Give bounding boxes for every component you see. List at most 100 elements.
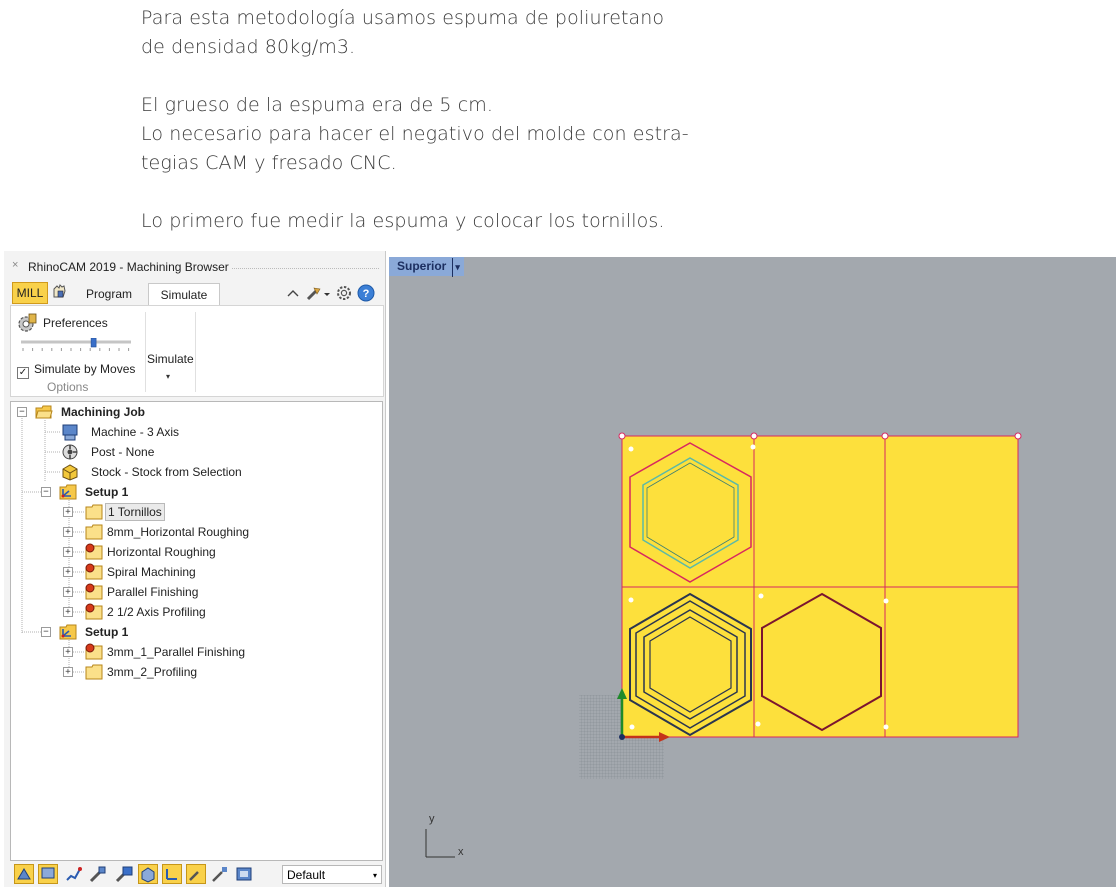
tree-label: Post - None xyxy=(91,445,155,459)
tab-mill[interactable]: MILL xyxy=(12,282,48,304)
options-group-label: Options xyxy=(47,380,89,394)
tree-node-operation[interactable]: + 3mm_1_Parallel Finishing xyxy=(11,642,371,662)
show-toolpath-icon[interactable] xyxy=(38,864,58,884)
rhino-viewport-top[interactable]: Superior ▾ y x xyxy=(389,257,1116,887)
folder-icon xyxy=(85,524,103,540)
simulate-by-moves-label: Simulate by Moves xyxy=(34,362,136,376)
help-icon[interactable]: ? xyxy=(357,284,375,302)
collapse-ribbon-icon[interactable] xyxy=(287,290,299,297)
expand-toggle[interactable]: + xyxy=(63,607,73,617)
operation-folder-icon xyxy=(85,583,103,600)
close-icon[interactable]: × xyxy=(12,259,18,271)
tool-icon[interactable] xyxy=(210,864,230,884)
simulate-by-moves-checkbox[interactable]: ✓ Simulate by Moves xyxy=(17,362,135,379)
setup-icon xyxy=(59,484,77,500)
collapse-toggle[interactable]: − xyxy=(41,487,51,497)
tree-node-machine[interactable]: Machine - 3 Axis xyxy=(11,422,371,442)
operation-folder-icon xyxy=(85,563,103,580)
tree-label: Setup 1 xyxy=(85,625,129,639)
folder-icon xyxy=(85,664,103,680)
gear-icon[interactable] xyxy=(337,286,351,300)
simulate-button[interactable]: Simulate xyxy=(147,352,194,366)
tab-strip: MILL Program Simulate ? xyxy=(10,281,382,306)
article-text: Para esta metodología usamos espuma de p… xyxy=(141,4,689,236)
tree-label: Stock - Stock from Selection xyxy=(91,465,242,479)
tree-node-stock[interactable]: Stock - Stock from Selection xyxy=(11,462,371,482)
tab-toolbar: ? xyxy=(287,284,375,302)
simulate-dropdown-caret[interactable]: ▾ xyxy=(166,372,170,381)
tree-node-setup-1[interactable]: − Setup 1 xyxy=(11,482,371,502)
panel-title: RhinoCAM 2019 - Machining Browser xyxy=(28,260,229,274)
view-preset-select[interactable]: Default ▾ xyxy=(282,865,382,884)
machining-tree: − Machining Job Machine - 3 Axis Post - … xyxy=(10,401,383,861)
tree-label: 3mm_2_Profiling xyxy=(107,665,198,679)
collapse-toggle[interactable]: − xyxy=(41,627,51,637)
machine-setup-icon[interactable] xyxy=(234,864,254,884)
machine-icon xyxy=(62,424,78,441)
tree-label: Machining Job xyxy=(61,405,145,419)
corner-axis-indicator xyxy=(425,829,455,858)
paragraph-line: de densidad 80kg/m3. xyxy=(141,36,356,58)
tree-node-setup-2[interactable]: − Setup 1 xyxy=(11,622,371,642)
tree-label: Machine - 3 Axis xyxy=(91,425,180,439)
tree-label: Parallel Finishing xyxy=(107,585,199,599)
preferences-label: Preferences xyxy=(43,316,108,330)
simulate-stock-icon[interactable] xyxy=(14,864,34,884)
tree-node-operation[interactable]: + 3mm_2_Profiling xyxy=(11,662,371,682)
simulation-speed-slider[interactable] xyxy=(21,338,131,352)
operation-folder-icon xyxy=(85,643,103,660)
operation-folder-icon xyxy=(85,543,103,560)
machine-view-icon[interactable] xyxy=(114,864,134,884)
operation-folder-icon xyxy=(85,603,103,620)
axis-x-label: x xyxy=(458,846,464,858)
preferences-icon xyxy=(18,313,37,332)
stock-box-icon xyxy=(62,464,78,481)
view-preset-value: Default xyxy=(287,868,326,882)
tool-display-icon[interactable] xyxy=(186,864,206,884)
slider-thumb[interactable] xyxy=(90,338,97,348)
stock-model-icon[interactable] xyxy=(138,864,158,884)
title-divider xyxy=(232,268,379,269)
tab-program[interactable]: Program xyxy=(76,283,142,305)
chevron-down-icon: ▾ xyxy=(372,871,377,880)
svg-text:?: ? xyxy=(363,288,370,300)
expand-toggle[interactable]: + xyxy=(63,567,73,577)
machining-browser-panel: × RhinoCAM 2019 - Machining Browser MILL… xyxy=(4,251,386,887)
expand-toggle[interactable]: + xyxy=(63,587,73,597)
tree-node-operation[interactable]: + Spiral Machining xyxy=(11,562,371,582)
tab-simulate[interactable]: Simulate xyxy=(148,283,220,306)
tree-label: 2 1/2 Axis Profiling xyxy=(107,605,206,619)
tree-node-post[interactable]: Post - None xyxy=(11,442,371,462)
tree-label: 3mm_1_Parallel Finishing xyxy=(107,645,246,659)
tree-label-selected: 1 Tornillos xyxy=(105,503,165,521)
paragraph-line: tegias CAM y fresado CNC. xyxy=(141,152,397,174)
preferences-button[interactable]: Preferences xyxy=(17,312,108,337)
collapse-toggle[interactable]: − xyxy=(17,407,27,417)
tree-node-operation[interactable]: + Horizontal Roughing xyxy=(11,542,371,562)
paragraph-line: Lo necesario para hacer el negativo del … xyxy=(141,123,689,145)
ribbon-divider xyxy=(195,312,196,392)
tree-node-operation[interactable]: + 8mm_Horizontal Roughing xyxy=(11,522,371,542)
tree-node-operation[interactable]: + 2 1/2 Axis Profiling xyxy=(11,602,371,622)
tools-dropdown-icon[interactable] xyxy=(306,287,330,301)
paragraph-line: Lo primero fue medir la espuma y colocar… xyxy=(141,210,665,232)
expand-toggle[interactable]: + xyxy=(63,527,73,537)
checkbox-box[interactable]: ✓ xyxy=(17,367,29,379)
toolpath-step-icon[interactable] xyxy=(64,864,84,884)
tree-label: Spiral Machining xyxy=(107,565,196,579)
hand-tool-icon[interactable] xyxy=(50,283,70,301)
expand-toggle[interactable]: + xyxy=(63,667,73,677)
tree-node-machining-job[interactable]: − Machining Job xyxy=(11,402,371,422)
expand-toggle[interactable]: + xyxy=(63,547,73,557)
post-processor-icon xyxy=(62,444,78,460)
paragraph-line: Para esta metodología usamos espuma de p… xyxy=(141,7,665,29)
tree-node-operation[interactable]: + 1 Tornillos xyxy=(11,502,371,522)
tool-holder-icon[interactable] xyxy=(88,864,108,884)
expand-toggle[interactable]: + xyxy=(63,647,73,657)
tree-node-operation[interactable]: + Parallel Finishing xyxy=(11,582,371,602)
simulate-ribbon: Preferences ✓ Simulate by Moves Simulate … xyxy=(10,305,384,397)
expand-toggle[interactable]: + xyxy=(63,507,73,517)
tree-label: Horizontal Roughing xyxy=(107,545,216,559)
bottom-toolbar: Default ▾ xyxy=(10,861,382,887)
axis-toggle-icon[interactable] xyxy=(162,864,182,884)
